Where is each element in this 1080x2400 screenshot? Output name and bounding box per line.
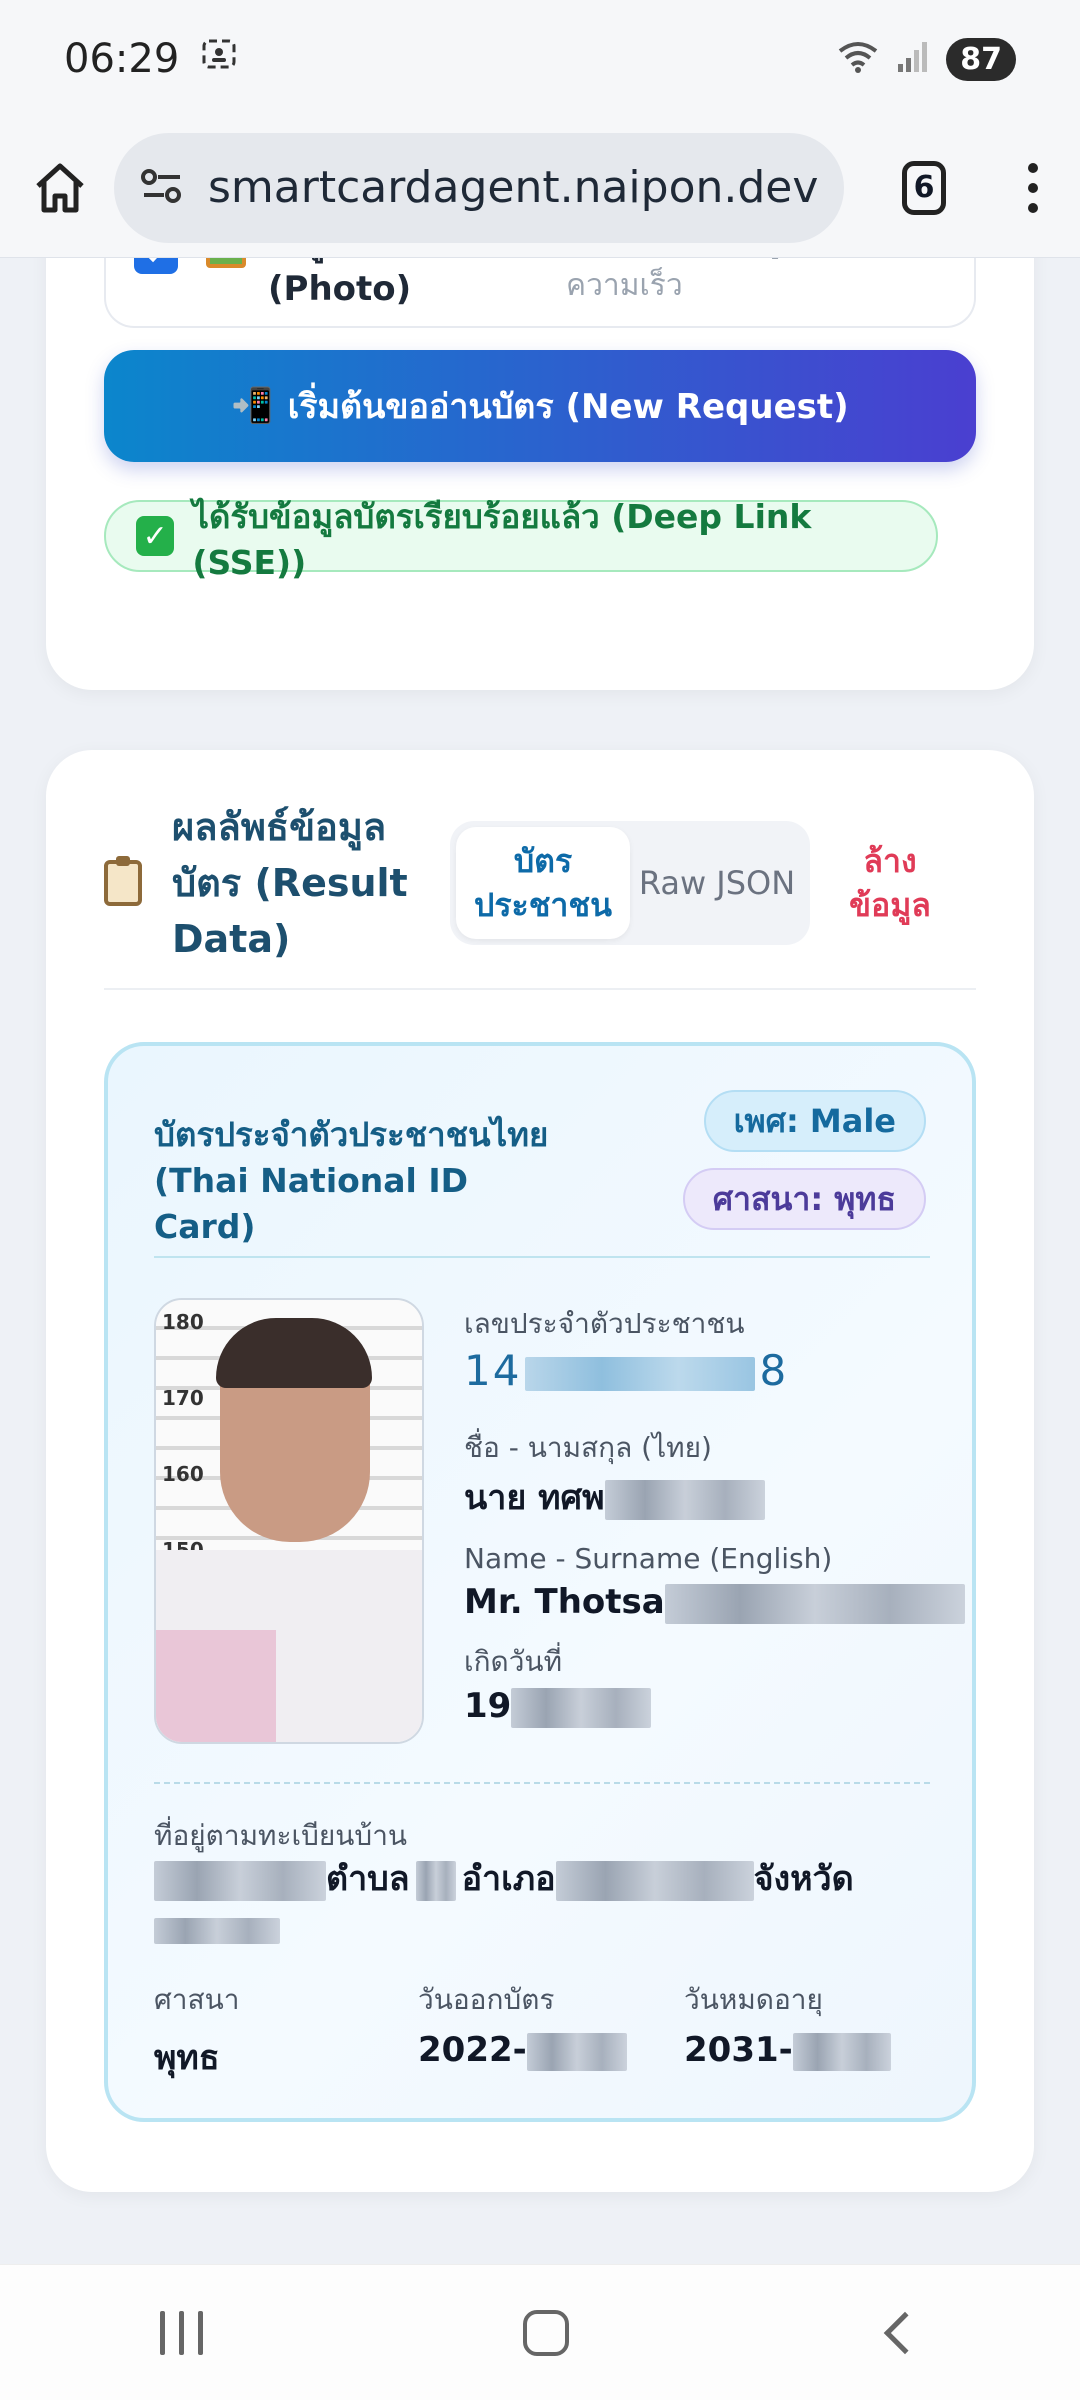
id-number-label: เลขประจำตัวประชาชน [464, 1307, 745, 1340]
tab-raw-json[interactable]: Raw JSON [630, 827, 804, 939]
tab-switcher-button[interactable]: 6 [902, 160, 946, 215]
tab-id-card[interactable]: บัตรประชาชน [456, 827, 630, 939]
result-view-tabs: บัตรประชาชน Raw JSON [450, 821, 810, 945]
photo-checkbox[interactable] [134, 258, 178, 274]
photo-hint: Default: ไม่ดึงรูปเพื่อความเร็ว [566, 258, 847, 303]
request-card: ดึงรูปถ่ายด้วย (Photo) Default: ไม่ดึงรู… [46, 258, 1034, 690]
id-number-value: 14 8 [464, 1346, 789, 1395]
religion-label: ศาสนา [154, 1983, 240, 2016]
issue-date-label: วันออกบัตร [418, 1983, 555, 2016]
new-request-button[interactable]: 📲 เริ่มต้นขออ่านบัตร (New Request) [104, 350, 976, 462]
picture-icon [206, 258, 246, 268]
result-card: ผลลัพธ์ข้อมูลบัตร (Result Data) บัตรประช… [46, 750, 1034, 2192]
url-text: smartcardagent.naipon.dev [208, 162, 819, 213]
new-request-label: เริ่มต้นขออ่านบัตร (New Request) [287, 387, 849, 427]
address-label: ที่อยู่ตามทะเบียนบ้าน [154, 1819, 408, 1852]
result-header: ผลลัพธ์ข้อมูลบัตร (Result Data) บัตรประช… [104, 805, 976, 961]
photo-scale-mark: 170 [162, 1386, 204, 1410]
success-banner: ✓ ได้รับข้อมูลบัตรเรียบร้อยแล้ว (Deep Li… [104, 497, 938, 582]
dob-value: 19 [464, 1686, 652, 1728]
status-time: 06:29 [64, 36, 180, 82]
name-en-label: Name - Surname (English) [464, 1542, 833, 1575]
browser-toolbar: smartcardagent.naipon.dev 6 [0, 118, 1080, 258]
phone-arrow-icon: 📲 [231, 386, 274, 426]
photo-option[interactable]: ดึงรูปถ่ายด้วย (Photo) Default: ไม่ดึงรู… [104, 258, 976, 328]
system-nav-bar [0, 2264, 1080, 2400]
expiry-date-value: 2031- [684, 2030, 891, 2071]
battery-indicator: 87 [946, 37, 1016, 81]
name-th-value: นาย ทศพ [464, 1470, 765, 1524]
photo-scale-mark: 160 [162, 1462, 204, 1486]
divider [154, 1256, 930, 1258]
wifi-icon [836, 39, 880, 79]
screenshot-icon [201, 36, 237, 82]
name-th-label: ชื่อ - นามสกุล (ไทย) [464, 1431, 712, 1464]
site-settings-icon[interactable] [140, 166, 184, 210]
id-photo: 180 170 160 150 [154, 1298, 424, 1744]
religion-value: พุทธ [154, 2038, 220, 2078]
address-value: ตำบล อำเภอ จังหวัด [154, 1854, 914, 1954]
clipboard-icon [104, 856, 142, 906]
dob-label: เกิดวันที่ [464, 1645, 563, 1678]
url-bar[interactable]: smartcardagent.naipon.dev [114, 132, 845, 243]
success-message: ได้รับข้อมูลบัตรเรียบร้อยแล้ว (Deep Link… [192, 497, 812, 582]
more-menu-icon[interactable] [1018, 152, 1048, 224]
check-mark-icon: ✓ [136, 516, 175, 556]
status-bar: 06:29 87 [0, 0, 1080, 118]
photo-scale-mark: 180 [162, 1310, 204, 1334]
id-card-title: บัตรประจำตัวประชาชนไทย (Thai National ID… [154, 1115, 549, 1246]
signal-icon [896, 40, 930, 78]
recent-apps-icon[interactable] [160, 2310, 204, 2355]
page-content: ดึงรูปถ่ายด้วย (Photo) Default: ไม่ดึงรู… [0, 258, 1080, 2254]
name-en-value: Mr. Thotsa [464, 1582, 965, 1624]
expiry-date-label: วันหมดอายุ [684, 1983, 823, 2016]
home-nav-icon[interactable] [523, 2309, 570, 2356]
divider [104, 988, 976, 990]
divider [154, 1782, 930, 1784]
back-icon[interactable] [883, 2311, 927, 2354]
clear-data-button[interactable]: ล้างข้อมูล [840, 839, 940, 927]
gender-badge: เพศ: Male [703, 1090, 926, 1152]
photo-label: ดึงรูปถ่ายด้วย (Photo) [268, 258, 467, 309]
result-title: ผลลัพธ์ข้อมูลบัตร (Result Data) [172, 805, 408, 961]
id-card-panel: บัตรประจำตัวประชาชนไทย (Thai National ID… [104, 1042, 976, 2122]
religion-badge: ศาสนา: พุทธ [682, 1168, 926, 1230]
home-icon[interactable] [32, 152, 88, 224]
issue-date-value: 2022- [418, 2030, 627, 2071]
